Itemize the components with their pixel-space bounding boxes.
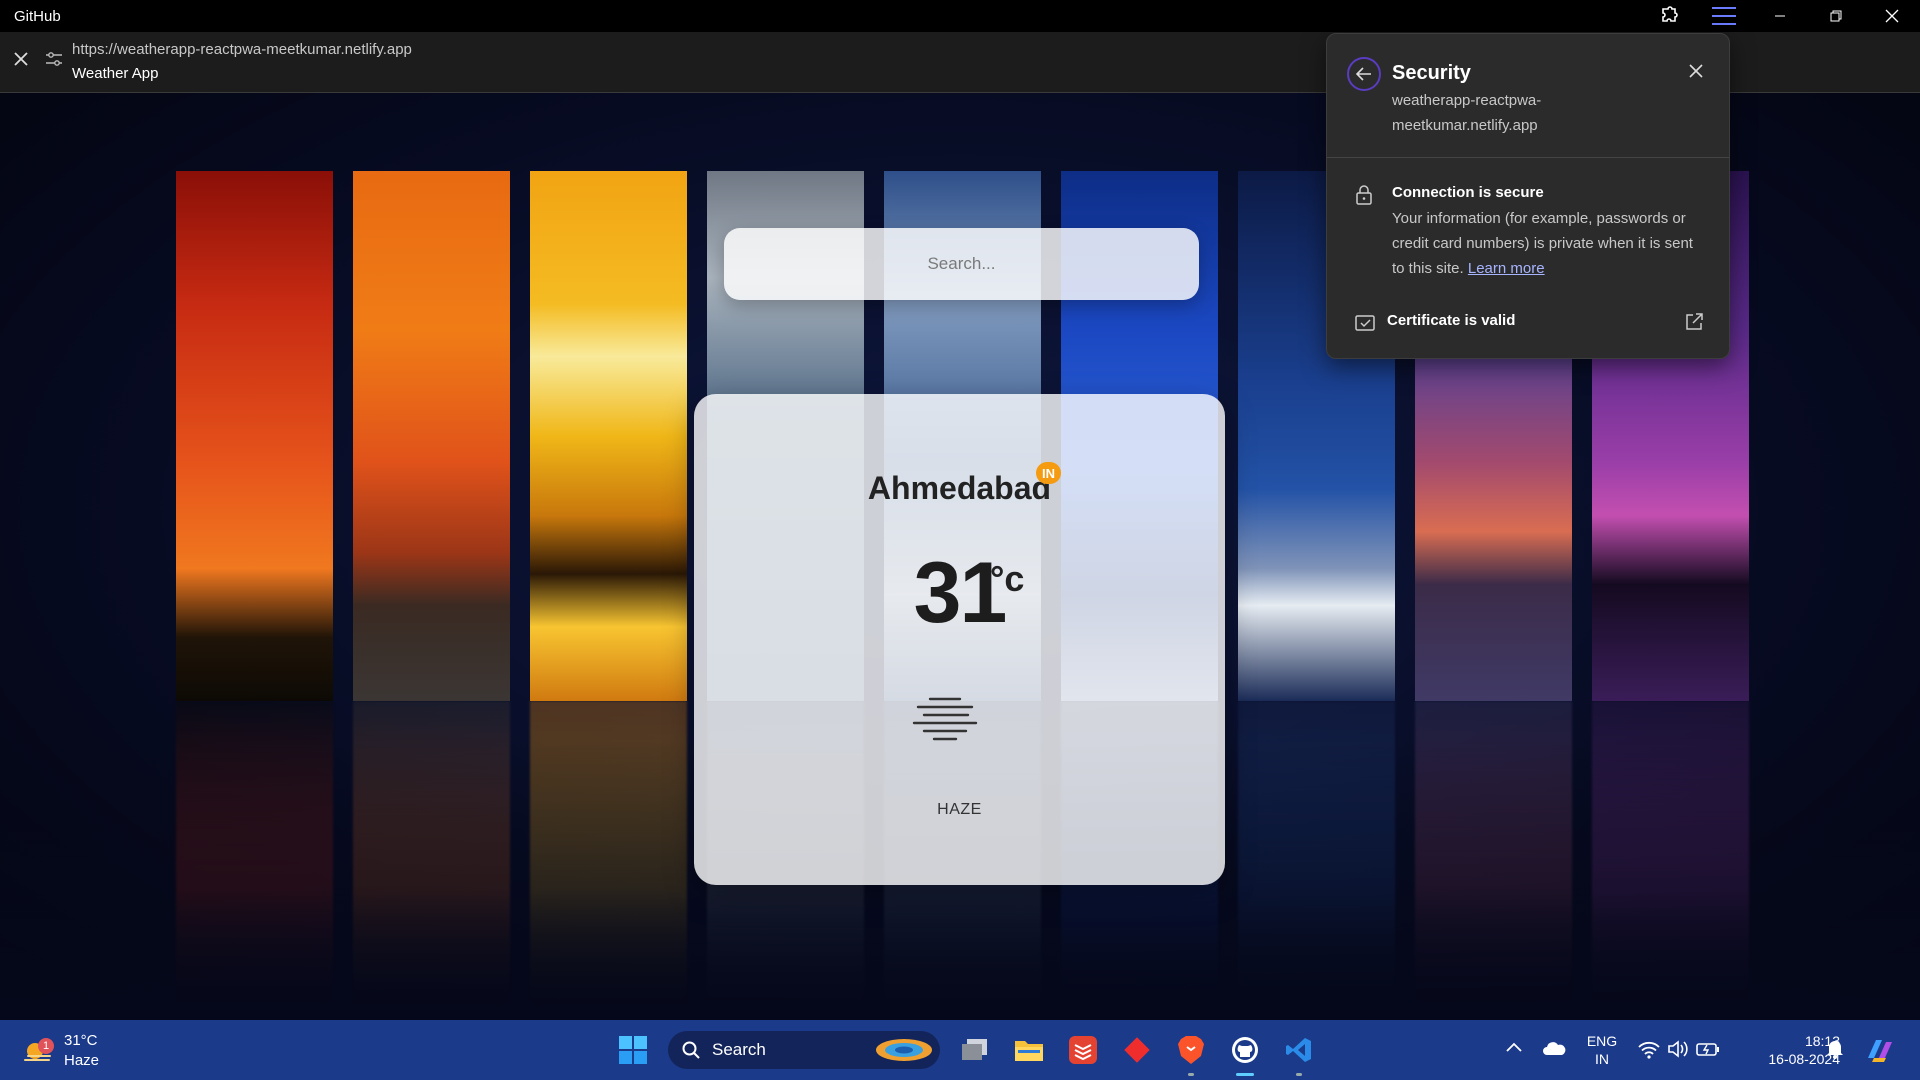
brave-browser-button[interactable] — [1164, 1020, 1218, 1080]
windows-start-icon — [619, 1036, 647, 1064]
github-desktop-button[interactable] — [1218, 1020, 1272, 1080]
running-indicator — [1296, 1073, 1302, 1076]
haze-icon — [912, 697, 978, 741]
vscode-button[interactable] — [1272, 1020, 1326, 1080]
city-search-input[interactable] — [724, 228, 1199, 300]
city-name: Ahmedabad — [867, 470, 1052, 506]
start-button[interactable] — [606, 1020, 660, 1080]
language-indicator[interactable]: ENG IN — [1586, 1032, 1618, 1068]
page-title: Weather App — [72, 65, 159, 82]
weather-card: Ahmedabad IN 31 °c HAZE — [694, 394, 1225, 885]
window-titlebar: GitHub — [0, 0, 1920, 32]
site-settings-icon[interactable] — [46, 52, 62, 66]
external-link-icon[interactable] — [1685, 313, 1703, 331]
puzzle-icon — [1662, 6, 1678, 22]
clock-date: 16-08-2024 — [1768, 1051, 1840, 1067]
onedrive-icon[interactable] — [1542, 1040, 1566, 1056]
lock-icon — [1356, 185, 1372, 205]
back-button[interactable] — [1347, 57, 1381, 91]
taskbar-weather-widget[interactable]: 1 31°C Haze — [20, 1030, 130, 1070]
url-text[interactable]: https://weatherapp-reactpwa-meetkumar.ne… — [72, 41, 412, 58]
wifi-icon[interactable] — [1638, 1041, 1660, 1059]
running-indicator — [1188, 1073, 1194, 1076]
hamburger-icon — [1712, 7, 1736, 25]
github-icon — [1232, 1037, 1258, 1063]
git-button[interactable] — [1110, 1020, 1164, 1080]
taskbar-apps: Search — [606, 1020, 1326, 1080]
extensions-button[interactable] — [1640, 0, 1696, 32]
todoist-icon — [1069, 1036, 1097, 1064]
learn-more-link[interactable]: Learn more — [1468, 260, 1545, 277]
temperature-display: 31 °c — [694, 544, 1225, 643]
restore-icon — [1830, 10, 1842, 22]
city-heading: Ahmedabad IN — [694, 462, 1225, 507]
connection-status: Connection is secure — [1392, 184, 1544, 201]
taskbar: 1 31°C Haze Search ENG IN 18:13 16-08-20… — [0, 1020, 1920, 1080]
close-icon — [1885, 9, 1899, 23]
notification-bell-icon[interactable] — [1826, 1039, 1844, 1059]
weather-condition: HAZE — [937, 801, 982, 818]
language-code: ENG — [1586, 1033, 1618, 1049]
taskbar-search-label: Search — [712, 1040, 766, 1059]
close-tab-icon[interactable] — [14, 52, 28, 66]
task-view-button[interactable] — [948, 1020, 1002, 1080]
divider — [1327, 157, 1729, 158]
copilot-icon[interactable] — [1864, 1036, 1896, 1064]
taskbar-condition: Haze — [64, 1052, 100, 1069]
todoist-button[interactable] — [1056, 1020, 1110, 1080]
vscode-icon — [1286, 1038, 1311, 1062]
minimize-button[interactable] — [1752, 0, 1808, 32]
battery-icon[interactable] — [1696, 1041, 1720, 1057]
menu-button[interactable] — [1696, 0, 1752, 32]
certificate-icon — [1355, 315, 1375, 331]
app-name: GitHub — [14, 7, 61, 25]
region-code: IN — [1595, 1051, 1609, 1067]
restore-button[interactable] — [1808, 0, 1864, 32]
connection-description: Your information (for example, passwords… — [1392, 206, 1707, 281]
site-host: weatherapp-reactpwa-meetkumar.netlify.ap… — [1392, 92, 1542, 134]
search-highlight-icon — [876, 1039, 932, 1061]
arrow-left-icon — [1356, 67, 1371, 81]
taskbar-search[interactable]: Search — [668, 1031, 940, 1069]
search-icon — [682, 1041, 700, 1059]
taskbar-temperature: 31°C — [64, 1032, 98, 1049]
security-popup: Security weatherapp-reactpwa-meetkumar.n… — [1326, 33, 1730, 359]
close-popup-icon[interactable] — [1689, 64, 1703, 78]
file-explorer-button[interactable] — [1002, 1020, 1056, 1080]
temperature-unit: °c — [990, 558, 1025, 599]
task-view-icon — [962, 1039, 987, 1060]
volume-icon[interactable] — [1667, 1040, 1689, 1058]
brave-icon — [1178, 1036, 1204, 1064]
active-indicator — [1236, 1073, 1254, 1076]
chevron-up-icon[interactable] — [1506, 1042, 1522, 1052]
close-window-button[interactable] — [1864, 0, 1920, 32]
country-badge: IN — [1036, 462, 1061, 484]
clock-time: 18:13 — [1804, 1033, 1840, 1049]
folder-icon — [1015, 1041, 1043, 1061]
certificate-status[interactable]: Certificate is valid — [1387, 312, 1515, 329]
notification-badge: 1 — [38, 1038, 54, 1054]
git-icon — [1124, 1037, 1150, 1063]
minimize-icon — [1775, 15, 1785, 17]
popup-title: Security — [1392, 62, 1471, 84]
system-clock[interactable]: 18:13 16-08-2024 — [1730, 1032, 1840, 1068]
